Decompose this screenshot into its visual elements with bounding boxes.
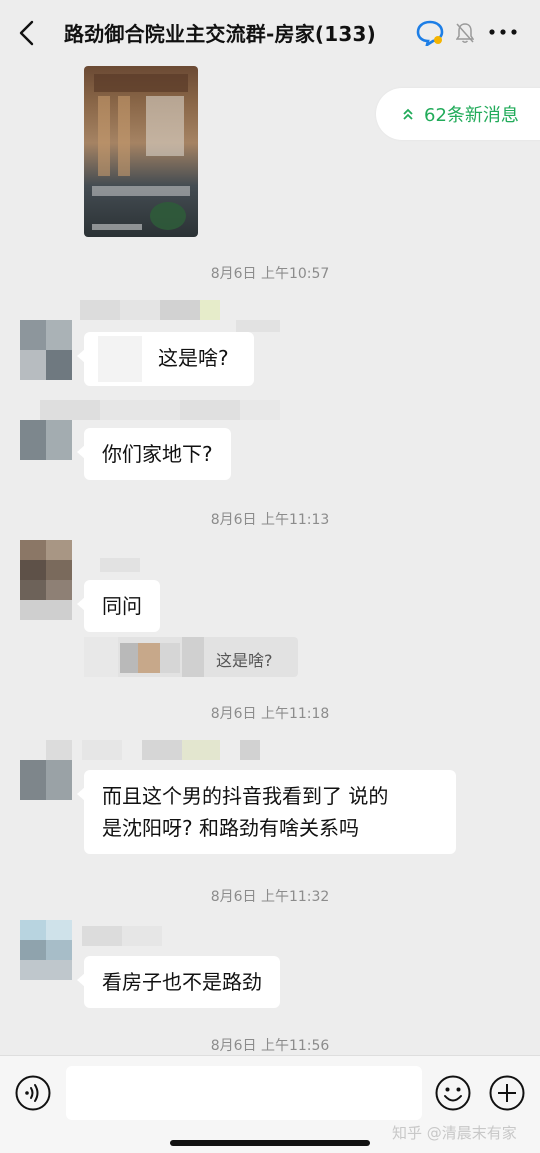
chat-header: 路劲御合院业主交流群-房家(133) — [0, 0, 540, 64]
sender-name — [82, 926, 162, 946]
timestamp: 8月6日 上午11:13 — [210, 512, 330, 528]
sender-name — [80, 300, 280, 332]
sender-name — [40, 400, 280, 420]
message-input[interactable] — [66, 1066, 422, 1120]
quoted-text: 这是啥? — [216, 651, 273, 670]
new-messages-button[interactable]: 62条新消息 — [376, 88, 540, 140]
plus-icon[interactable] — [488, 1074, 526, 1112]
avatar[interactable] — [20, 740, 72, 800]
avatar[interactable] — [20, 920, 72, 980]
message-bubble[interactable]: 这是啥? — [77, 332, 254, 386]
timestamp: 8月6日 上午10:57 — [210, 266, 330, 282]
voice-input-icon[interactable] — [14, 1074, 52, 1112]
timestamp: 8月6日 上午11:56 — [210, 1038, 330, 1054]
double-chevron-up-icon — [403, 108, 413, 120]
message-text-line: 而且这个男的抖音我看到了 说的 — [102, 784, 389, 808]
watermark: 知乎 @清晨末有家 — [392, 1124, 517, 1142]
avatar[interactable] — [20, 420, 72, 460]
message-text: 这是啥? — [158, 346, 229, 370]
message-bubble[interactable]: 而且这个男的抖音我看到了 说的 是沈阳呀? 和路劲有啥关系吗 — [77, 770, 456, 854]
timestamp: 8月6日 上午11:18 — [210, 706, 330, 722]
sender-name — [82, 740, 278, 760]
sender-name — [100, 558, 140, 572]
shared-video-thumbnail[interactable] — [84, 66, 198, 237]
input-bar: 知乎 @清晨末有家 — [0, 1055, 540, 1153]
message-text-line: 是沈阳呀? 和路劲有啥关系吗 — [102, 816, 359, 840]
quoted-reply[interactable]: 这是啥? — [84, 637, 298, 677]
timestamp: 8月6日 上午11:32 — [210, 889, 330, 905]
group-chat-badge-icon — [416, 20, 444, 46]
more-options-icon[interactable] — [488, 22, 518, 42]
mute-bell-icon — [456, 23, 474, 43]
emoji-icon[interactable] — [434, 1074, 472, 1112]
new-messages-label: 62条新消息 — [424, 105, 519, 126]
back-arrow-icon[interactable] — [16, 20, 40, 46]
chat-title: 路劲御合院业主交流群-房家(133) — [64, 22, 376, 46]
message-bubble[interactable]: 同问 — [77, 580, 160, 632]
avatar[interactable] — [20, 320, 72, 380]
avatar[interactable] — [20, 540, 72, 620]
message-bubble[interactable]: 你们家地下? — [77, 428, 231, 480]
message-bubble[interactable]: 看房子也不是路劲 — [77, 956, 280, 1008]
home-indicator — [170, 1140, 370, 1146]
